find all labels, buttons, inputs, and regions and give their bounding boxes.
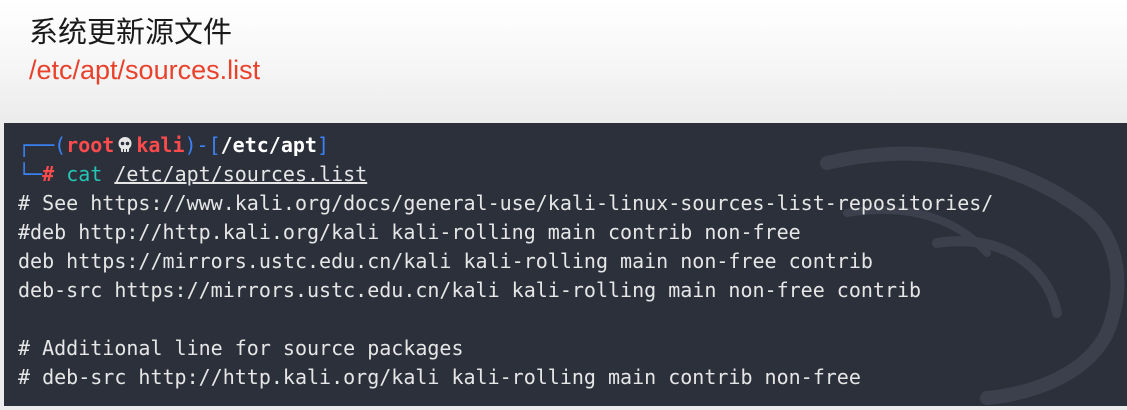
command-name: cat xyxy=(66,162,103,186)
prompt-cwd: /etc/apt xyxy=(220,133,317,157)
output-line: # See https://www.kali.org/docs/general-… xyxy=(18,191,994,215)
prompt-frame-bottom: └─ xyxy=(18,162,43,186)
prompt-host: kali xyxy=(136,133,185,157)
prompt-frame-top: ┌──( xyxy=(18,133,67,157)
prompt-line-1: ┌──(root kali)-[/etc/apt] xyxy=(18,131,329,160)
output-line: # deb-src http://http.kali.org/kali kali… xyxy=(18,365,861,389)
output-line: deb https://mirrors.ustc.edu.cn/kali kal… xyxy=(18,249,873,273)
skull-icon xyxy=(118,137,132,152)
slide-subtitle: /etc/apt/sources.list xyxy=(29,55,261,85)
slide-title: 系统更新源文件 xyxy=(29,15,233,49)
output-line: #deb http://http.kali.org/kali kali-roll… xyxy=(18,220,801,244)
slide: 系统更新源文件 /etc/apt/sources.list ┌──(root ka… xyxy=(0,0,1127,410)
terminal-window[interactable]: ┌──(root kali)-[/etc/apt] └─# cat /etc/ap… xyxy=(4,123,1127,406)
prompt-line-2: └─# cat /etc/apt/sources.list xyxy=(18,160,367,189)
prompt-frame-close: ] xyxy=(316,133,330,157)
prompt-user: root xyxy=(66,133,115,157)
prompt-frame-mid: )-[ xyxy=(184,133,221,157)
output-line: # Additional line for source packages xyxy=(18,336,464,360)
prompt-symbol: # xyxy=(42,162,55,186)
command-argument[interactable]: /etc/apt/sources.list xyxy=(114,162,367,186)
output-line: deb-src https://mirrors.ustc.edu.cn/kali… xyxy=(18,278,922,302)
